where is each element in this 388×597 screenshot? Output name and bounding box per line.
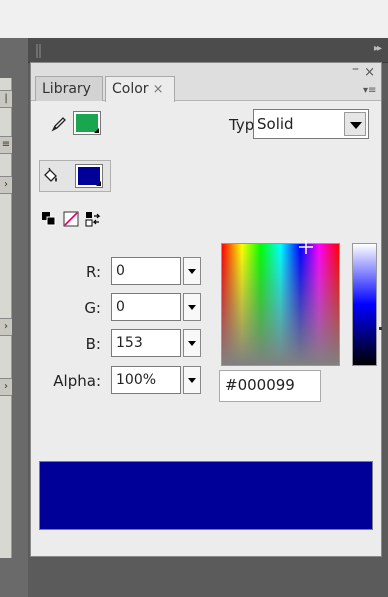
red-stepper[interactable] — [183, 257, 201, 285]
tab-library-label: Library — [42, 81, 91, 97]
brightness-marker[interactable] — [379, 327, 382, 330]
green-input[interactable]: 0 — [111, 293, 181, 321]
blue-input[interactable]: 153 — [111, 329, 181, 357]
close-panel-icon[interactable]: × — [364, 65, 375, 80]
green-stepper[interactable] — [183, 293, 201, 321]
left-panel-notch[interactable]: | — [0, 90, 12, 108]
alpha-label: Alpha: — [53, 372, 101, 390]
swatch-corner-indicator — [94, 128, 99, 133]
tab-color[interactable]: Color × — [105, 76, 175, 102]
red-input[interactable]: 0 — [111, 257, 181, 285]
pencil-icon[interactable] — [51, 116, 67, 132]
color-preview — [39, 461, 373, 530]
type-select[interactable]: Solid — [253, 109, 369, 139]
blue-stepper[interactable] — [183, 329, 201, 357]
grip-icon[interactable] — [36, 44, 44, 76]
fill-color-swatch[interactable] — [75, 164, 103, 188]
color-panel: Library Color × – × ▾≡ Type: Solid R: 0 … — [30, 61, 382, 557]
tab-color-label: Color — [112, 81, 149, 97]
chevron-down-icon[interactable] — [344, 112, 366, 136]
green-label: G: — [84, 299, 101, 317]
swatch-corner-indicator — [96, 181, 101, 186]
left-panel-notch[interactable]: ≡ — [0, 136, 12, 154]
left-panel-notch[interactable]: › — [0, 318, 12, 336]
blue-label: B: — [85, 335, 101, 353]
panel-drag-bar[interactable]: ▸▸ — [28, 38, 388, 76]
minimize-icon[interactable]: – — [352, 61, 359, 77]
alpha-input[interactable]: 100% — [111, 366, 181, 394]
red-label: R: — [85, 263, 101, 281]
stroke-color-swatch[interactable] — [73, 111, 101, 135]
panel-header: Library Color × – × ▾≡ — [31, 61, 381, 102]
alpha-stepper[interactable] — [183, 366, 201, 394]
crosshair-icon[interactable] — [299, 240, 313, 254]
tab-library[interactable]: Library — [35, 76, 103, 101]
no-color-icon[interactable] — [63, 211, 79, 227]
type-select-value: Solid — [257, 115, 294, 133]
collapse-panel-icon[interactable]: ▸▸ — [374, 43, 382, 54]
black-white-icon[interactable] — [41, 211, 57, 227]
color-spectrum[interactable] — [221, 243, 340, 366]
left-panel-notch[interactable]: › — [0, 378, 12, 396]
paint-bucket-icon[interactable] — [41, 167, 59, 185]
hex-input[interactable]: #000099 — [219, 370, 321, 402]
panel-menu-icon[interactable]: ▾≡ — [363, 85, 377, 97]
left-panel-notch[interactable]: › — [0, 176, 12, 194]
tab-close-icon[interactable]: × — [153, 82, 164, 97]
brightness-slider[interactable] — [352, 243, 377, 366]
top-blank-area — [0, 0, 388, 38]
left-panel-edge: | ≡ › › › — [0, 38, 28, 597]
swap-colors-icon[interactable] — [85, 211, 101, 227]
